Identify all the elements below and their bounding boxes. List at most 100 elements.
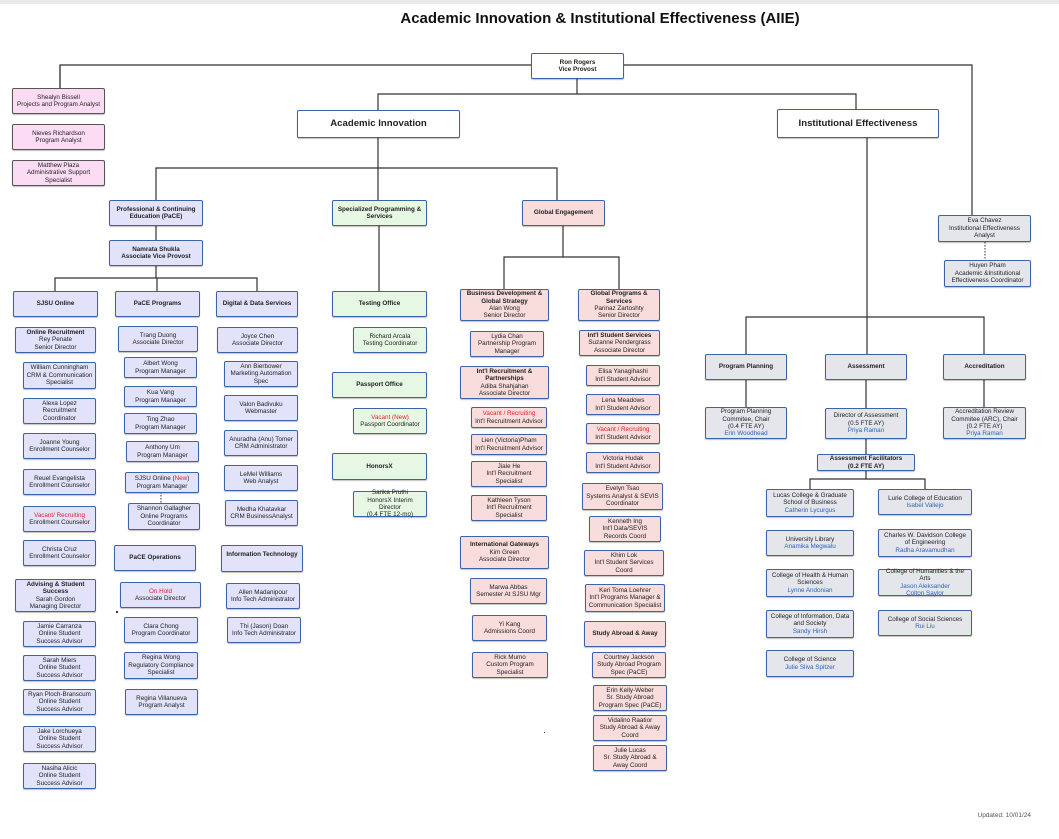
intl-gateways-box[interactable]: International Gateways Kim Green Associa… (460, 536, 549, 569)
person-box[interactable]: Ryan Ploch-Branscum Online Student Succe… (23, 689, 96, 715)
person-box[interactable]: William Cunningham CRM & Communication S… (23, 362, 96, 389)
vacant-person-box[interactable]: Vacant / Recruiting Int'l Student Adviso… (586, 423, 660, 444)
college-box[interactable]: College of Health & Human Sciences Lynne… (766, 569, 854, 597)
honorsx-header[interactable]: HonorsX (332, 453, 427, 480)
intl-student-services-box[interactable]: Int'l Student Services Suzanne Pendergra… (579, 330, 660, 356)
person-name: Jamie Carranza (37, 622, 82, 630)
person-box[interactable]: Anthony Um Program Manager (126, 441, 199, 462)
person-box[interactable]: Khim Lok Int'l Student Services Coord (584, 550, 664, 576)
intl-recruitment-box[interactable]: Int'l Recruitment & Partnerships Adiba S… (460, 366, 549, 399)
pace-header[interactable]: Professional & Continuing Education (PaC… (109, 200, 203, 226)
person-role: Associate Director (478, 389, 531, 397)
person-box[interactable]: Lena Meadows Int'l Student Advisor (586, 394, 660, 415)
assessment-facilitators-box[interactable]: Assessment Facilitators (0.2 FTE AY) (817, 454, 915, 471)
testing-office-header[interactable]: Testing Office (332, 291, 427, 317)
global-programs-box[interactable]: Global Programs & Services Parinaz Zarto… (578, 289, 660, 321)
study-abroad-header[interactable]: Study Abroad & Away (584, 621, 666, 647)
person-box[interactable]: Elisa Yanagihashi Int'l Student Advisor (586, 365, 660, 386)
person-box[interactable]: Courtney Jackson Study Abroad Program Sp… (592, 652, 666, 678)
person-box[interactable]: Vidalino Raatior Study Abroad & Away Coo… (593, 715, 667, 741)
specialized-header[interactable]: Specialized Programming & Services (332, 200, 427, 226)
sjsu-online-header[interactable]: SJSU Online (13, 291, 98, 317)
college-box[interactable]: College of Humanities & the Arts Jason A… (878, 568, 972, 597)
sjsu-online-pm-box[interactable]: SJSU Online (New) Program Manager (125, 472, 199, 493)
program-planning-header[interactable]: Program Planning (705, 354, 787, 380)
vacant-person-box[interactable]: Vacant/ Recruiting Enrollment Counselor (23, 506, 96, 532)
pace-avp-box[interactable]: Namrata Shukla Associate Vice Provost (109, 240, 203, 266)
staff-box[interactable]: Shealyn Bissell Projects and Program Ana… (12, 88, 105, 114)
accreditation-header[interactable]: Accreditation (943, 354, 1026, 380)
digital-data-header[interactable]: Digital & Data Services (216, 291, 298, 317)
person-box[interactable]: Lien (Victoria)Pham Int'l Recruitment Ad… (471, 434, 547, 455)
college-box[interactable]: College of Social Sciences Rui Liu (878, 610, 972, 636)
division-academic-innovation[interactable]: Academic Innovation (297, 110, 460, 138)
person-box[interactable]: Valon Badivuku Webmaster (224, 395, 298, 421)
person-box[interactable]: Albert Wong Program Manager (124, 357, 197, 378)
program-planning-chair-box[interactable]: Program Planning Commitee, Chair (0.4 FT… (705, 407, 787, 439)
person-box[interactable]: Reuel Evangelista Enrollment Counselor (23, 469, 96, 495)
person-box[interactable]: Rick Mumo Custom Program Specialist (472, 652, 548, 678)
person-box[interactable]: Julie Lucas Sr. Study Abroad & Away Coor… (593, 745, 667, 771)
person-box[interactable]: Clara Chong Program Coordinator (124, 617, 198, 643)
vacant-person-box[interactable]: Vacant (New) Passport Coordinator (353, 408, 427, 434)
vacant-person-box[interactable]: Vacant / Recruiting Int'l Recruitment Ad… (471, 407, 547, 428)
person-box[interactable]: LeMel Williams Web Analyst (224, 465, 298, 491)
person-box[interactable]: Jamie Carranza Online Student Success Ad… (23, 621, 96, 647)
person-box[interactable]: Jiale He Int'l Recruitment Specialist (471, 461, 547, 487)
person-box[interactable]: Regina Wong Regulatory Compliance Specia… (124, 652, 198, 679)
vice-provost-box[interactable]: Ron Rogers Vice Provost (531, 53, 624, 79)
accreditation-chair-box[interactable]: Accreditation Review Commitee (ARC), Cha… (943, 407, 1026, 439)
person-box[interactable]: Thi (Jason) Doan Info Tech Administrator (227, 617, 301, 643)
staff-box[interactable]: Matthew Plaza Administrative Support Spe… (12, 160, 105, 186)
info-tech-header[interactable]: Information Technology (221, 545, 303, 572)
assessment-director-box[interactable]: Director of Assessment (0.5 FTE AY) Priy… (825, 408, 907, 439)
person-box[interactable]: Christa Cruz Enrollment Counselor (23, 540, 96, 566)
person-box[interactable]: Sarah Miers Online Student Success Advis… (23, 655, 96, 681)
person-box[interactable]: Anuradha (Anu) Tomer CRM Administrator (224, 430, 298, 456)
person-box[interactable]: Regina Villanueva Program Analyst (125, 689, 198, 715)
person-box[interactable]: Joanne Young Enrollment Counselor (23, 433, 96, 459)
assessment-header[interactable]: Assessment (825, 354, 907, 380)
college-box[interactable]: Lurie College of Education Isabel Vallej… (878, 489, 972, 515)
person-box[interactable]: Sarika Pruthi HonorsX Interim Director (… (353, 489, 427, 518)
person-box[interactable]: Trang Duong Associate Director (118, 326, 198, 352)
college-box[interactable]: College of Information, Data and Society… (766, 610, 854, 638)
pace-programs-header[interactable]: PaCE Programs (115, 291, 200, 317)
person-role: Program Coordinator (131, 630, 191, 637)
person-box[interactable]: Victoria Hudak Int'l Student Advisor (586, 452, 660, 473)
on-hold-box[interactable]: On Hold Associate Director (120, 582, 201, 608)
college-box[interactable]: University Library Anamika Megwalu (766, 530, 854, 556)
person-box[interactable]: Richard Arcala Testing Coordinator (353, 327, 427, 353)
pace-operations-header[interactable]: PaCE Operations (114, 545, 196, 571)
college-box[interactable]: Lucas College & Graduate School of Busin… (766, 489, 854, 517)
person-box[interactable]: Yi Kang Admissions Coord (472, 615, 547, 641)
staff-box[interactable]: Nieves Richardson Program Analyst (12, 124, 105, 150)
person-box[interactable]: Keri Toma Loehrer Int'l Programs Manager… (585, 584, 665, 612)
global-engagement-header[interactable]: Global Engagement (522, 200, 605, 226)
person-box[interactable]: Lydia Chan Partnership Program Manager (470, 331, 544, 357)
online-recruitment-box[interactable]: Online Recruitment Rey Penate Senior Dir… (15, 327, 96, 353)
person-box[interactable]: Eva Chavez Institutional Effectiveness A… (938, 215, 1031, 242)
person-box[interactable]: Ting Zhao Program Manager (124, 413, 197, 434)
person-box[interactable]: Erin Kelly-Weber Sr. Study Abroad Progra… (593, 685, 667, 711)
person-box[interactable]: Kua Vang Program Manager (124, 386, 197, 407)
person-box[interactable]: Kenneth Ing Int'l Data/SEVIS Records Coo… (589, 516, 661, 542)
person-box[interactable]: Kathleen Tyson Int'l Recruitment Special… (471, 495, 547, 521)
person-box[interactable]: Marwa Abbas Semester At SJSU Mgr (470, 578, 547, 604)
college-box[interactable]: College of Science Julie Sliva Spitzer (766, 650, 854, 677)
person-box[interactable]: Jake Lorchueya Online Student Success Ad… (23, 726, 96, 752)
person-box[interactable]: Medha Khatavkar CRM BusinessAnalyst (225, 500, 298, 526)
person-box[interactable]: Allen Madanipour Info Tech Administrator (226, 583, 300, 609)
division-institutional-effectiveness[interactable]: Institutional Effectiveness (777, 109, 939, 138)
person-box[interactable]: Evelyn Tsao Systems Analyst & SEVIS Coor… (582, 483, 663, 510)
person-box[interactable]: Nasiha Alicic Online Student Success Adv… (23, 763, 96, 789)
college-box[interactable]: Charles W. Davidson College of Engineeri… (878, 529, 972, 557)
person-box[interactable]: Alexa Lopez Recruitment Coordinator (23, 398, 96, 424)
person-box[interactable]: Joyce Chen Associate Director (217, 327, 298, 353)
advising-box[interactable]: Advising & Student Success Sarah Gordon … (15, 579, 96, 612)
person-box[interactable]: Ann Bierbower Marketing Automation Spec (224, 361, 298, 387)
person-box[interactable]: Shannon Gallagher Online Programs Coordi… (128, 503, 200, 530)
person-box[interactable]: Huyen Pham Academic &Institutional Effec… (944, 260, 1031, 287)
passport-office-header[interactable]: Passport Office (332, 372, 427, 398)
bizdev-box[interactable]: Business Development & Global Strategy A… (460, 289, 549, 321)
